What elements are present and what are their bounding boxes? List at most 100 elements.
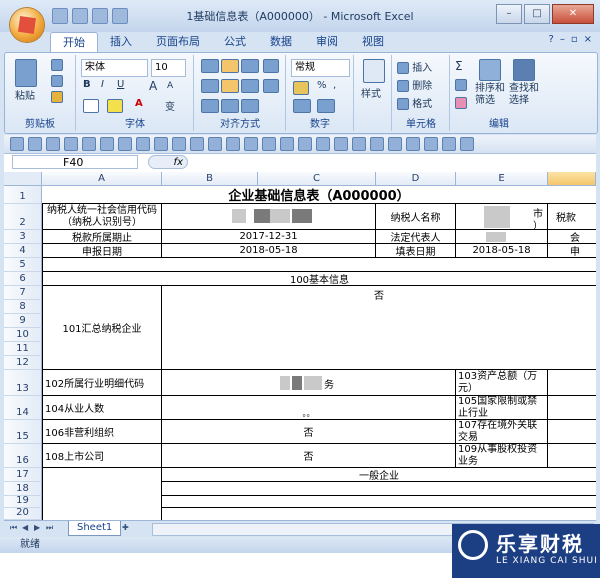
toolbar-icon[interactable] [208,137,222,151]
grow-font-button[interactable]: A [149,79,157,93]
cell-104-value[interactable]: 。。 [162,396,456,420]
toolbar-icon[interactable] [10,137,24,151]
row-header[interactable]: 18 [4,482,42,496]
row-header[interactable]: 15 [4,420,42,444]
toolbar-icon[interactable] [280,137,294,151]
underline-button[interactable]: U [117,79,124,90]
cell-103-value[interactable] [548,370,596,396]
tab-home[interactable]: 开始 [50,32,98,53]
toolbar-icon[interactable] [388,137,402,151]
last-sheet-icon[interactable]: ⏭ [46,523,56,533]
align-top-icon[interactable] [201,59,219,73]
copy-icon[interactable] [51,75,63,87]
align-middle-icon[interactable] [221,59,239,73]
cell-b3[interactable]: 2017-12-31 [162,230,376,244]
number-format-select[interactable]: 常规 [291,59,350,77]
format-cells-button[interactable]: 格式 [397,95,432,110]
cell-107-value[interactable] [548,420,596,444]
cell-106-value[interactable]: 否 [162,420,456,444]
delete-cells-button[interactable]: 删除 [397,77,432,92]
minimize-button[interactable]: – [496,4,522,24]
toolbar-icon[interactable] [316,137,330,151]
row-header[interactable]: 2 [4,204,42,230]
fx-icon[interactable]: fx [148,155,188,169]
toolbar-icon[interactable] [136,137,150,151]
tab-insert[interactable]: 插入 [98,32,144,52]
toolbar-icon[interactable] [46,137,60,151]
row-header[interactable]: 14 [4,396,42,420]
row-header[interactable]: 7 [4,286,42,300]
currency-icon[interactable] [293,81,309,95]
name-box[interactable]: F40 [12,155,138,169]
column-header-e[interactable]: E [456,172,548,186]
italic-button[interactable]: I [101,79,104,90]
cell-row20[interactable] [162,508,596,520]
row-header[interactable]: 12 [4,356,42,370]
toolbar-icon[interactable] [100,137,114,151]
decrease-indent-icon[interactable] [201,99,219,113]
row-header[interactable]: 13 [4,370,42,396]
cell-b4[interactable]: 2018-05-18 [162,244,376,258]
cell-102-value[interactable]: 务 [162,370,456,396]
percent-button[interactable]: % [317,80,327,91]
row-header[interactable]: 16 [4,444,42,468]
toolbar-icon[interactable] [262,137,276,151]
toolbar-icon[interactable] [28,137,42,151]
tab-review[interactable]: 审阅 [304,32,350,52]
sheet-title[interactable]: 企业基础信息表（A000000） [42,186,596,204]
toolbar-icon[interactable] [424,137,438,151]
ribbon-close-icon[interactable]: × [584,34,592,45]
paste-icon[interactable] [15,59,37,87]
customize-icon[interactable] [112,8,128,24]
align-center-icon[interactable] [221,79,239,93]
cell-row19[interactable] [162,496,596,508]
tab-data[interactable]: 数据 [258,32,304,52]
tab-formulas[interactable]: 公式 [212,32,258,52]
align-right-icon[interactable] [241,79,259,93]
ribbon-minimize-icon[interactable]: – [560,34,565,45]
find-select-icon[interactable] [513,59,535,81]
cell-a4[interactable]: 申报日期 [42,244,162,258]
row-header[interactable]: 4 [4,244,42,258]
close-button[interactable]: ✕ [552,4,594,24]
save-icon[interactable] [52,8,68,24]
format-painter-icon[interactable] [51,91,63,103]
office-button[interactable] [10,8,44,42]
toolbar-icon[interactable] [154,137,168,151]
increase-decimal-icon[interactable] [293,99,311,113]
toolbar-icon[interactable] [172,137,186,151]
toolbar-icon[interactable] [64,137,78,151]
toolbar-icon[interactable] [118,137,132,151]
cell-a108[interactable]: 108上市公司 [42,444,162,468]
maximize-button[interactable]: □ [524,4,550,24]
bold-button[interactable]: B [83,79,91,90]
ribbon-restore-icon[interactable]: ▫ [571,34,578,45]
merge-center-icon[interactable] [263,79,279,93]
cell-f4[interactable]: 申 [548,244,596,258]
section-general-enterprise[interactable]: 一般企业 [162,468,596,482]
font-color-button[interactable]: A [135,98,143,109]
toolbar-icon[interactable] [334,137,348,151]
toolbar-icon[interactable] [226,137,240,151]
column-header-f[interactable] [548,172,596,186]
cell-105[interactable]: 105国家限制或禁止行业 [456,396,548,420]
font-name-select[interactable]: 宋体 [81,59,148,77]
styles-icon[interactable] [363,59,385,83]
cell-a17-merged[interactable] [42,468,162,520]
decrease-decimal-icon[interactable] [317,99,335,113]
row-header[interactable]: 6 [4,272,42,286]
shrink-font-button[interactable]: A [167,81,173,91]
redo-icon[interactable] [92,8,108,24]
cell-103[interactable]: 103资产总额（万元） [456,370,548,396]
row-header[interactable]: 1 [4,186,42,204]
autosum-button[interactable]: Σ [455,59,463,73]
phonetic-button[interactable]: 变 [165,98,175,113]
row-header[interactable]: 17 [4,468,42,482]
styles-label[interactable]: 样式 [361,85,381,100]
cell-108-value[interactable]: 否 [162,444,456,468]
cell-f3[interactable]: 会 [548,230,596,244]
next-sheet-icon[interactable]: ▶ [34,523,44,533]
row-header[interactable]: 8 [4,300,42,314]
cell-e2[interactable]: 市 ） [456,204,548,230]
cell-a2[interactable]: 纳税人统一社会信用代码 （纳税人识别号） [42,204,162,230]
